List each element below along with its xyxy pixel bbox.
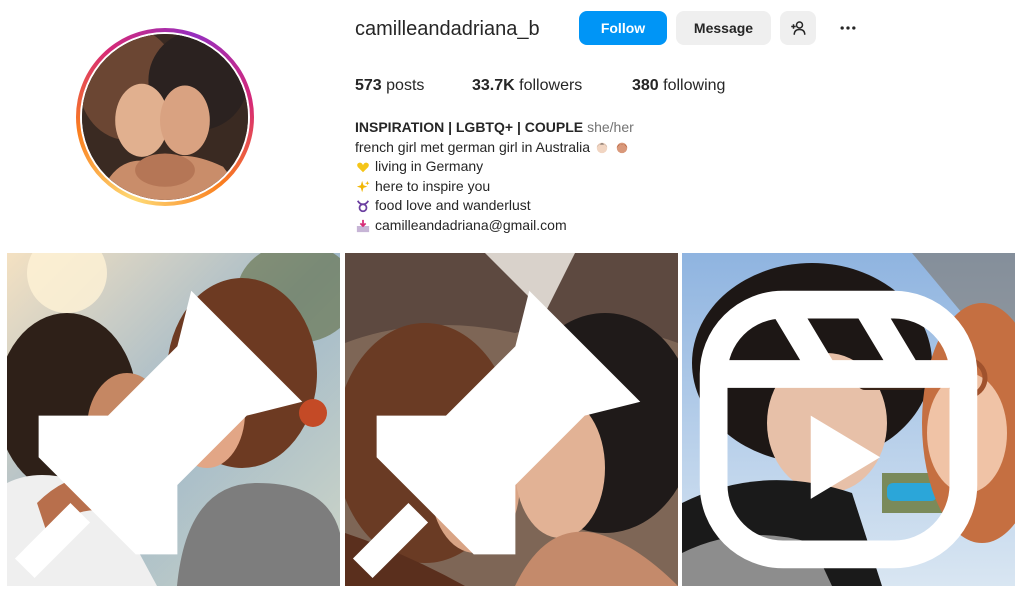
woman-face-red-hair-icon — [614, 139, 630, 155]
woman-face-icon — [594, 139, 610, 155]
following-label: following — [663, 77, 726, 94]
bio-interests-text: food love and wanderlust — [375, 197, 531, 214]
post-tile[interactable] — [682, 253, 1015, 586]
bio-email-text[interactable]: camilleandadriana@gmail.com — [375, 216, 567, 236]
avatar-photo — [82, 34, 248, 200]
post-tile[interactable] — [7, 253, 340, 586]
pin-icon — [352, 290, 641, 579]
bio-line-inspire: here to inspire you — [355, 177, 634, 197]
posts-stat: 573 posts — [355, 77, 424, 95]
followers-count: 33.7K — [472, 77, 515, 94]
yellow-heart-icon — [355, 159, 371, 175]
posts-label: posts — [386, 77, 425, 94]
following-stat[interactable]: 380 following — [632, 77, 725, 95]
bio-line-interests: food love and wanderlust — [355, 196, 634, 216]
message-button[interactable]: Message — [676, 11, 771, 45]
add-user-icon — [791, 21, 806, 35]
followers-label: followers — [519, 77, 583, 94]
bio-title-line: INSPIRATION | LGBTQ+ | COUPLE she/her — [355, 118, 634, 138]
bio-line-origin: french girl met german girl in Australia — [355, 138, 634, 158]
bio-pronouns: she/her — [587, 119, 634, 135]
posts-count: 573 — [355, 77, 382, 94]
bio-origin-text: french girl met german girl in Australia — [355, 138, 590, 155]
more-options-icon — [840, 26, 856, 30]
followers-stat[interactable]: 33.7K followers — [472, 77, 582, 95]
post-tile[interactable] — [345, 253, 678, 586]
profile-bio: INSPIRATION | LGBTQ+ | COUPLE she/her fr… — [355, 118, 634, 236]
sparkles-icon — [355, 179, 371, 195]
reel-icon — [699, 290, 978, 569]
pin-icon — [14, 290, 303, 579]
bio-title: INSPIRATION | LGBTQ+ | COUPLE — [355, 119, 584, 135]
bio-inspire-text: here to inspire you — [375, 177, 491, 194]
bio-line-email: camilleandadriana@gmail.com — [355, 216, 634, 236]
avatar[interactable] — [82, 34, 248, 200]
follow-button[interactable]: Follow — [579, 11, 667, 45]
posts-grid — [7, 253, 1015, 586]
more-options-button[interactable] — [832, 11, 864, 45]
profile-username: camilleandadriana_b — [355, 18, 540, 40]
taurus-icon — [355, 198, 371, 214]
bio-location-text: living in Germany — [375, 158, 484, 175]
following-count: 380 — [632, 77, 659, 94]
suggest-users-button[interactable] — [780, 11, 816, 45]
profile-avatar-ring[interactable] — [76, 28, 254, 206]
bio-line-location: living in Germany — [355, 157, 634, 177]
inbox-tray-icon — [355, 218, 371, 234]
